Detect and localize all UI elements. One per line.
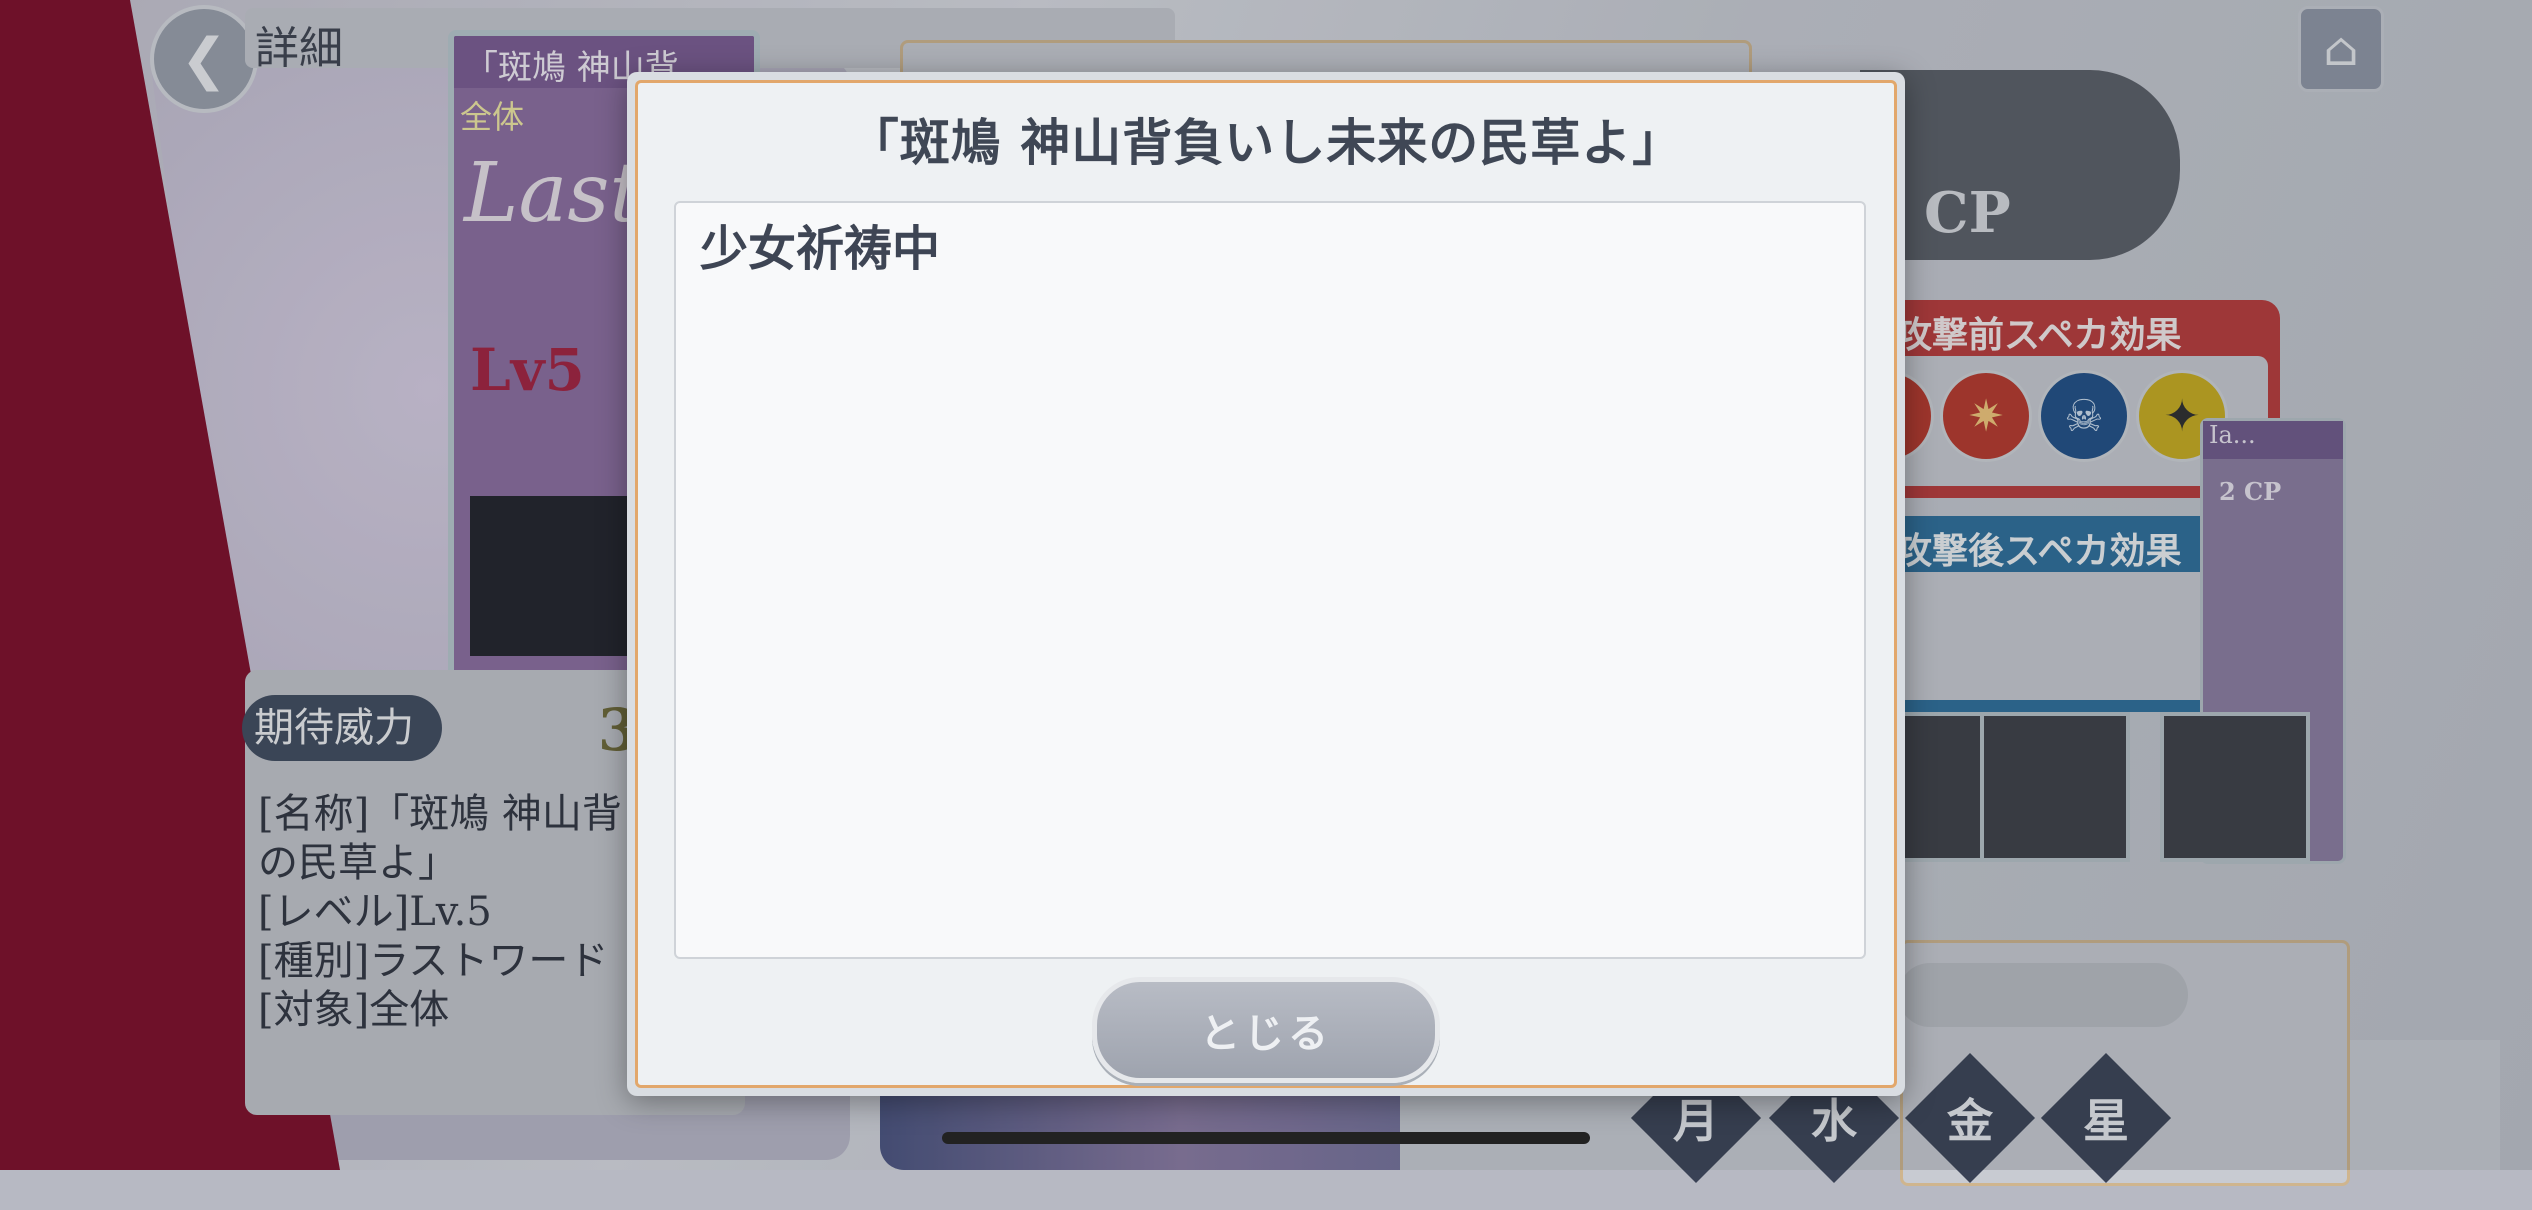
modal-dialog: 「斑鳩 神山背負いし未来の民草よ」 少女祈祷中 とじる <box>627 72 1905 1096</box>
home-indicator[interactable] <box>942 1132 1590 1144</box>
close-button[interactable]: とじる <box>1092 977 1440 1083</box>
modal-title: 「斑鳩 神山背負いし未来の民草よ」 <box>848 113 1684 172</box>
modal-content-box: 少女祈祷中 <box>674 201 1866 959</box>
modal-frame: 「斑鳩 神山背負いし未来の民草よ」 少女祈祷中 とじる <box>635 80 1897 1088</box>
modal-content-text: 少女祈祷中 <box>700 221 941 277</box>
